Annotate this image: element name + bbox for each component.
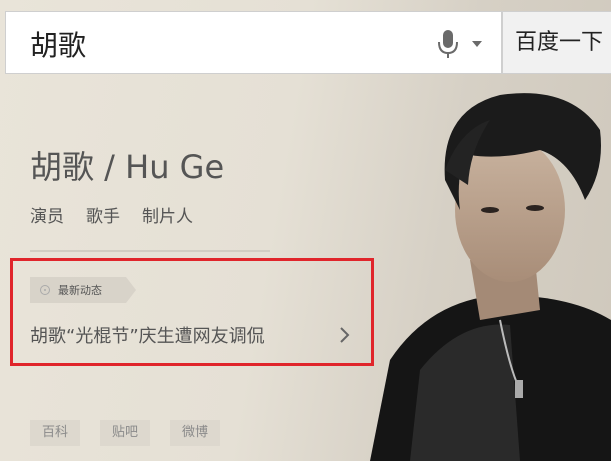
chevron-right-icon[interactable] [340, 327, 350, 343]
role-label: 制片人 [142, 207, 193, 227]
roles-list: 演员 歌手 制片人 [30, 202, 193, 227]
divider [30, 250, 270, 252]
search-button[interactable]: 百度一下 [502, 11, 611, 74]
hero-portrait-image [370, 93, 611, 461]
news-highlight-box[interactable] [10, 258, 374, 366]
search-bar: 百度一下 [0, 0, 611, 90]
link-tieba[interactable]: 贴吧 [100, 420, 150, 446]
link-baike[interactable]: 百科 [30, 420, 80, 446]
link-weibo[interactable]: 微博 [170, 420, 220, 446]
news-headline-link[interactable]: 胡歌“光棍节”庆生遭网友调侃 [30, 322, 265, 348]
page-title: 胡歌 / Hu Ge [30, 148, 225, 186]
role-label: 演员 [30, 207, 64, 227]
microphone-icon[interactable] [434, 29, 462, 59]
links-row: 百科 贴吧 微博 [30, 420, 220, 446]
role-label: 歌手 [86, 207, 120, 227]
news-tag: 最新动态 [30, 277, 136, 303]
news-dot-icon [40, 285, 50, 295]
search-box [5, 11, 502, 74]
chevron-down-icon[interactable] [472, 40, 482, 48]
search-input[interactable] [28, 20, 412, 68]
news-tag-label: 最新动态 [58, 284, 102, 297]
